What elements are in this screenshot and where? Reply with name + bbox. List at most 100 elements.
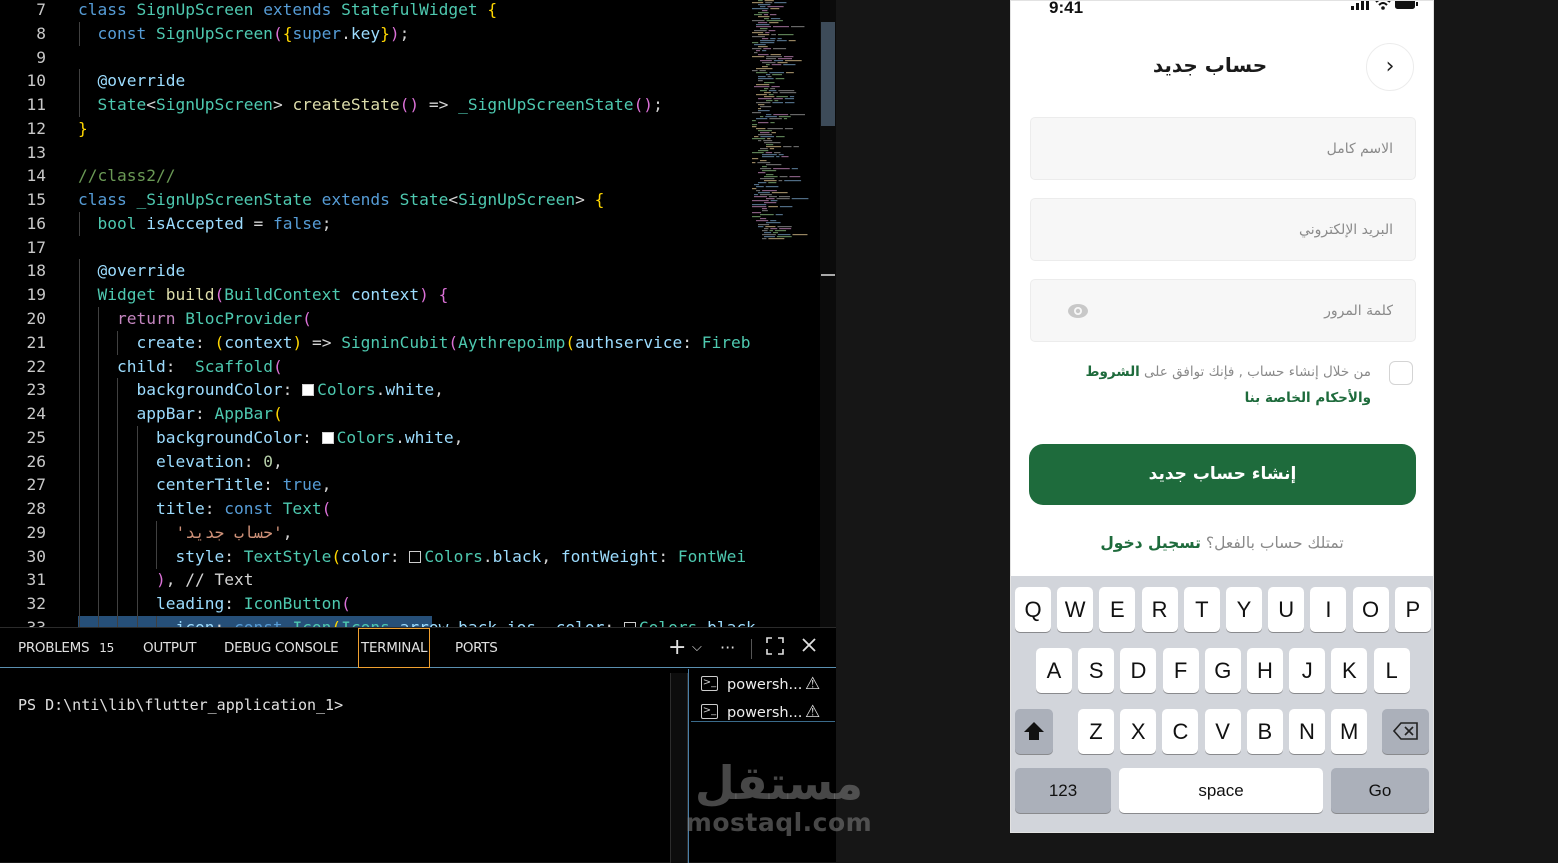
- key-o[interactable]: O: [1352, 587, 1389, 632]
- minimap-line: [772, 92, 778, 94]
- key-b[interactable]: B: [1246, 709, 1283, 754]
- terminal-dropdown-chevron-icon[interactable]: ⌵: [692, 637, 702, 659]
- shift-key[interactable]: [1015, 709, 1053, 754]
- terminal-instance-2[interactable]: >_ powersh... ⚠: [701, 701, 831, 725]
- key-r[interactable]: R: [1141, 587, 1178, 632]
- minimap-line: [771, 132, 776, 134]
- minimap-line: [756, 186, 764, 188]
- key-c[interactable]: C: [1162, 709, 1199, 754]
- create-account-button[interactable]: إنشاء حساب جديد: [1029, 444, 1416, 505]
- code-line[interactable]: 7 class SignUpScreen extends StatefulWidg…: [0, 0, 760, 22]
- editor-scrollbar-thumb[interactable]: [821, 22, 835, 126]
- space-key[interactable]: space: [1119, 768, 1323, 813]
- key-j[interactable]: J: [1289, 648, 1326, 693]
- key-e[interactable]: E: [1099, 587, 1136, 632]
- close-panel-icon[interactable]: [801, 637, 817, 659]
- key-y[interactable]: Y: [1226, 587, 1262, 632]
- color-swatch[interactable]: [321, 431, 334, 444]
- code-line[interactable]: 20 return BlocProvider(: [0, 307, 760, 331]
- code-line[interactable]: 27 centerTitle: true,: [0, 473, 760, 498]
- key-w[interactable]: W: [1057, 587, 1094, 632]
- code-line[interactable]: 14 //class2//: [0, 164, 760, 188]
- minimap-line: [764, 88, 769, 90]
- minimap-line: [770, 200, 778, 202]
- code-line[interactable]: 22 child: Scaffold(: [0, 354, 760, 379]
- key-t[interactable]: T: [1183, 587, 1220, 632]
- minimap-line: [754, 52, 758, 54]
- new-terminal-plus-icon[interactable]: +: [668, 637, 686, 659]
- code-line[interactable]: 9: [0, 46, 760, 70]
- key-q[interactable]: Q: [1015, 587, 1051, 632]
- minimap-line: [791, 168, 798, 170]
- code-line[interactable]: 18 @override: [0, 259, 760, 284]
- key-i[interactable]: I: [1310, 587, 1347, 632]
- key-n[interactable]: N: [1289, 709, 1325, 754]
- code-line[interactable]: 28 title: const Text(: [0, 497, 760, 522]
- minimap-line: [752, 212, 762, 214]
- maximize-panel-icon[interactable]: [766, 637, 784, 661]
- code-line[interactable]: 10 @override: [0, 69, 760, 94]
- full-name-field[interactable]: [1030, 117, 1416, 180]
- tab-terminal[interactable]: TERMINAL: [358, 628, 431, 668]
- code-line[interactable]: 24 appBar: AppBar(: [0, 402, 760, 427]
- key-h[interactable]: H: [1247, 648, 1283, 693]
- email-input[interactable]: [1031, 199, 1415, 260]
- key-x[interactable]: X: [1120, 709, 1157, 754]
- key-a[interactable]: A: [1036, 648, 1072, 693]
- code-line[interactable]: 33 icon: const Icon(Icons.arrow_back_ios…: [0, 616, 766, 627]
- code-editor[interactable]: 7 class SignUpScreen extends StatefulWidg…: [0, 0, 836, 627]
- key-p[interactable]: P: [1394, 587, 1431, 632]
- key-z[interactable]: Z: [1078, 709, 1114, 754]
- email-field[interactable]: [1030, 198, 1416, 261]
- code-line[interactable]: 8 const SignUpScreen({super.key});: [0, 21, 760, 46]
- code-line[interactable]: 17: [0, 236, 760, 260]
- code-line[interactable]: 15 class _SignUpScreenState extends State…: [0, 188, 760, 212]
- eye-icon[interactable]: [1067, 302, 1089, 320]
- key-m[interactable]: M: [1331, 709, 1368, 754]
- code-line[interactable]: 29 'حساب جديد',: [0, 520, 760, 545]
- tab-problems[interactable]: PROBLEMS 15: [18, 628, 114, 668]
- minimap-line: [775, 214, 783, 216]
- code-line[interactable]: 19 Widget build(BuildContext context) {: [0, 283, 760, 308]
- color-swatch[interactable]: [409, 550, 422, 563]
- key-l[interactable]: L: [1373, 648, 1410, 693]
- terms-checkbox[interactable]: [1389, 361, 1413, 385]
- color-swatch[interactable]: [302, 384, 315, 397]
- code-line[interactable]: 11 State<SignUpScreen> createState() => …: [0, 93, 760, 118]
- code-line[interactable]: 23 backgroundColor: Colors.white,: [0, 378, 760, 403]
- minimap-line: [752, 42, 759, 44]
- code-line[interactable]: 13: [0, 141, 760, 165]
- more-actions-ellipsis-icon[interactable]: ···: [720, 637, 735, 659]
- minimap[interactable]: [748, 0, 818, 260]
- key-k[interactable]: K: [1331, 648, 1368, 693]
- key-f[interactable]: F: [1162, 648, 1199, 693]
- code-line[interactable]: 32 leading: IconButton(: [0, 592, 760, 617]
- key-d[interactable]: D: [1120, 648, 1157, 693]
- code-line[interactable]: 26 elevation: 0,: [0, 449, 760, 474]
- key-v[interactable]: V: [1204, 709, 1241, 754]
- full-name-input[interactable]: [1031, 118, 1415, 179]
- key-u[interactable]: U: [1268, 587, 1305, 632]
- code-line[interactable]: 31 ), // Text: [0, 568, 760, 593]
- key-g[interactable]: G: [1204, 648, 1241, 693]
- code-line[interactable]: 25 backgroundColor: Colors.white,: [0, 425, 760, 450]
- password-field[interactable]: [1030, 279, 1416, 342]
- line-code: child: Scaffold(: [116, 356, 283, 376]
- code-line[interactable]: 12}: [0, 117, 760, 141]
- tab-ports[interactable]: PORTS: [455, 628, 498, 668]
- key-s[interactable]: S: [1078, 648, 1115, 693]
- login-link[interactable]: تسجيل دخول: [1100, 534, 1201, 552]
- numbers-key[interactable]: 123: [1015, 768, 1111, 813]
- terminal-prompt[interactable]: PS D:\nti\lib\flutter_application_1>: [18, 696, 343, 714]
- code-line[interactable]: 30 style: TextStyle(color: Colors.black,…: [0, 544, 760, 569]
- tab-output[interactable]: OUTPUT: [143, 628, 197, 668]
- tab-debug-console[interactable]: DEBUG CONSOLE: [224, 628, 339, 668]
- minimap-line: [752, 124, 758, 126]
- terminal-instance-label: powersh...: [727, 677, 803, 693]
- code-line[interactable]: 21 create: (context) => SigninCubit(Ayth…: [0, 330, 760, 355]
- minimap-line: [756, 220, 769, 222]
- code-line[interactable]: 16 bool isAccepted = false;: [0, 211, 760, 236]
- terminal-instance-1[interactable]: >_ powersh... ⚠: [701, 673, 831, 697]
- backspace-key[interactable]: [1382, 709, 1429, 754]
- go-key[interactable]: Go: [1331, 768, 1429, 813]
